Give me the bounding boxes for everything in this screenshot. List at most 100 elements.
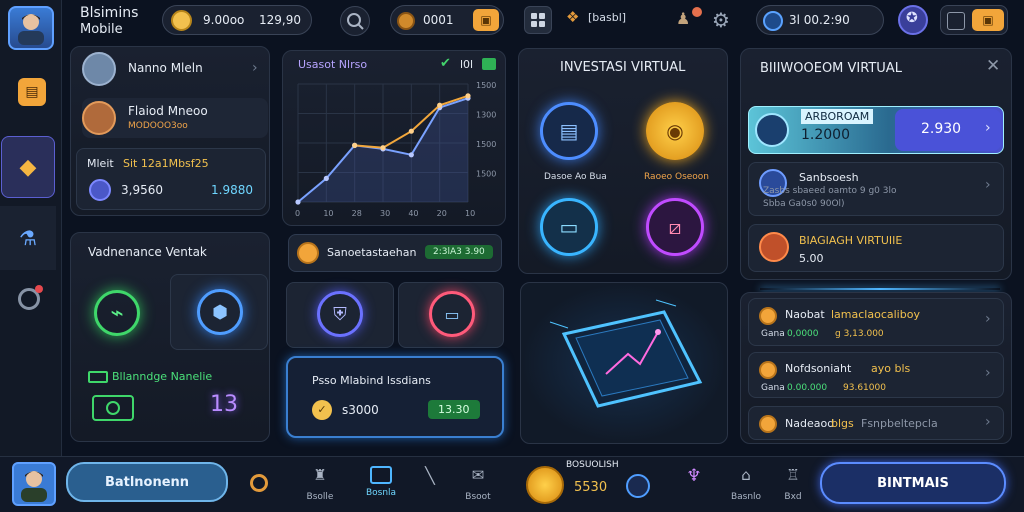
chart-badge: l0l	[460, 58, 474, 71]
search-icon	[347, 13, 364, 30]
virtual-row-1-sub2: Sbba Ga0s0 90Ol)	[763, 199, 845, 209]
coin-balance: 9.00oo	[203, 13, 245, 27]
bottom-nav-item-7[interactable]: ⌂ Basnlo	[726, 466, 766, 508]
reward-card[interactable]: Psso Mlabind lssdians ✓ s3000 13.30	[286, 356, 504, 438]
basket-icon: ♆	[686, 466, 702, 486]
bag-icon: ◆	[19, 154, 37, 180]
grid-menu-button[interactable]	[524, 6, 552, 34]
chart-title: Usasot Nlrso	[298, 58, 368, 71]
x-tick-label: 30	[380, 209, 390, 218]
highlight-action-button[interactable]: 2.930 ›	[895, 109, 1001, 151]
sidebar-item-tools[interactable]: ⚗	[0, 206, 56, 270]
chart-icon: ⌁	[110, 300, 124, 326]
profile-notification-button[interactable]: ♟	[676, 7, 702, 33]
x-tick-label: 10	[323, 209, 333, 218]
globe-button[interactable]: ✪	[898, 5, 928, 35]
copy-icon[interactable]	[947, 12, 965, 30]
x-tick-label: 20	[437, 209, 447, 218]
bottom-nav-label: Bsoot	[465, 492, 491, 502]
bottom-nav-item-5[interactable]	[624, 470, 654, 506]
profile-row-1[interactable]: Nanno Mleln ›	[82, 52, 268, 86]
coin-balance-pill[interactable]: 9.00oo 129,90	[162, 5, 312, 35]
y-tick-label: 1500	[476, 140, 496, 149]
bottom-nav-item-8[interactable]: ♖ Bxd	[778, 466, 808, 508]
exchange-icon	[297, 242, 319, 264]
bottom-nav-label: Basnlo	[730, 492, 762, 502]
profile-row-2[interactable]: Flaiod Mneoo MODOOO3oo	[82, 98, 268, 138]
bottom-nav-item-3[interactable]: ╲	[418, 466, 442, 508]
bottom-nav-item-4[interactable]: ✉ Bsoot	[460, 466, 496, 508]
invest-item-2[interactable]: ◉ Raoeo Oseoon	[630, 96, 724, 188]
virtual-highlight-card[interactable]: ARBOROAM 1.2000 2.930 ›	[748, 106, 1004, 154]
highlight-action: 2.930	[921, 121, 962, 137]
mini-balance-card[interactable]: Mleit Sit 12a1Mbsf25 3,9560 1.9880	[76, 148, 266, 210]
list-item-sub-prefix: Gana	[761, 383, 785, 393]
search-button[interactable]	[340, 6, 370, 36]
bottom-avatar[interactable]	[12, 462, 56, 506]
monitor-action-card[interactable]: ▭	[398, 282, 504, 348]
chart-action-bar[interactable]: Sanoetastaehan 2:3lA3 3.90	[288, 234, 502, 272]
list-item[interactable]: Nadeaod blgs Fsnpbeltepcla ›	[748, 406, 1004, 440]
invest-item-1[interactable]: ▤ Dasoe Ao Bua	[528, 96, 618, 188]
toolbox-button[interactable]: ▣	[972, 9, 1004, 31]
settings-button[interactable]: ⚙	[712, 8, 736, 32]
virtual-row-1[interactable]: Sanbsoesh Zasbs sbaeed oamto 9 g0 3lo Sb…	[748, 162, 1004, 216]
list-item[interactable]: Naobat lamaclaocaliboy Gana 0,0000 g 3,1…	[748, 298, 1004, 346]
bottom-right-button[interactable]: BINTMAIS	[820, 462, 1006, 504]
chest-shortcut[interactable]: ❖ [basbl]	[566, 8, 636, 30]
person-avatar-icon	[21, 471, 47, 502]
monitor-icon: ▭	[429, 291, 475, 337]
bottom-center-title: BOSUOLISH	[566, 460, 619, 470]
sidebar-item-settings[interactable]	[18, 285, 43, 310]
home-icon: ⌂	[741, 466, 751, 484]
bottom-nav-item-2[interactable]: Bosnla	[360, 466, 402, 508]
globe-icon: ✪	[906, 10, 918, 26]
check-icon: ✔	[440, 56, 451, 71]
bottom-nav-label: Bosnla	[365, 488, 397, 498]
sidebar-item-shop[interactable]: ◆	[1, 136, 55, 198]
gem-balance-pill[interactable]: 0001 ▣	[390, 5, 504, 35]
list-item-sub-green: 0.00.000	[787, 383, 828, 393]
vault-right-card[interactable]: ⬢	[170, 274, 268, 350]
data-point	[380, 145, 386, 151]
app-avatar[interactable]	[8, 6, 54, 50]
robot-icon: ♜	[313, 466, 327, 484]
check-coin-icon: ✓	[312, 400, 332, 420]
list-item-title-highlight: blgs	[831, 417, 854, 430]
cash-icon: ▭	[540, 198, 598, 256]
list-item[interactable]: Nofdsoniaht ayo bls Gana 0.00.000 93.610…	[748, 352, 1004, 398]
medal-icon	[526, 466, 564, 504]
data-point	[408, 128, 414, 134]
virtual-row-2[interactable]: BIAGIAGH VIRTUIIE 5.00	[748, 224, 1004, 272]
bottom-left-button[interactable]: Batlnonenn	[66, 462, 228, 502]
bottom-center-value: 5530	[574, 480, 608, 495]
chevron-right-icon: ›	[985, 414, 991, 430]
vault-bottom-label: Bllanndge Nanelie	[112, 370, 213, 383]
bottom-nav-item-1[interactable]: ♜ Bsolle	[300, 466, 340, 508]
app-subtitle: Mobile	[80, 22, 123, 37]
close-icon[interactable]: ✕	[986, 56, 1000, 76]
sidebar-item-cards[interactable]: ▤	[18, 78, 46, 106]
coin-stack-icon: ◉	[646, 102, 704, 160]
shield-action-card[interactable]: ⛨	[286, 282, 394, 348]
shop-icon	[370, 466, 392, 484]
chest-add-button[interactable]: ▣	[473, 9, 499, 31]
vault-toggle[interactable]	[92, 395, 134, 421]
chart-tablet-icon	[549, 299, 703, 408]
invest-item-3[interactable]: ▭	[528, 196, 618, 266]
data-point	[437, 102, 443, 108]
chart-toggle-icon[interactable]	[482, 58, 496, 70]
list-item-title: Nofdsoniaht	[785, 362, 852, 375]
coin-icon	[759, 361, 777, 379]
wallet-balance-pill[interactable]: 3l 00.2:90	[756, 5, 884, 35]
data-point	[408, 152, 414, 158]
avatar	[82, 101, 116, 135]
line-chart: 1500 1300 1500 1500 0 10 28 30 40 20 10	[295, 81, 496, 218]
top-right-actions: ▣	[940, 5, 1008, 35]
list-item-title: Nadeaod	[785, 417, 835, 430]
bottom-nav-item-6[interactable]: ♆	[676, 466, 712, 506]
vault-left-button[interactable]: ⌁	[94, 290, 140, 336]
coin-icon	[759, 307, 777, 325]
ring-icon[interactable]	[250, 474, 268, 492]
invest-item-4[interactable]: ⧄	[630, 196, 724, 266]
